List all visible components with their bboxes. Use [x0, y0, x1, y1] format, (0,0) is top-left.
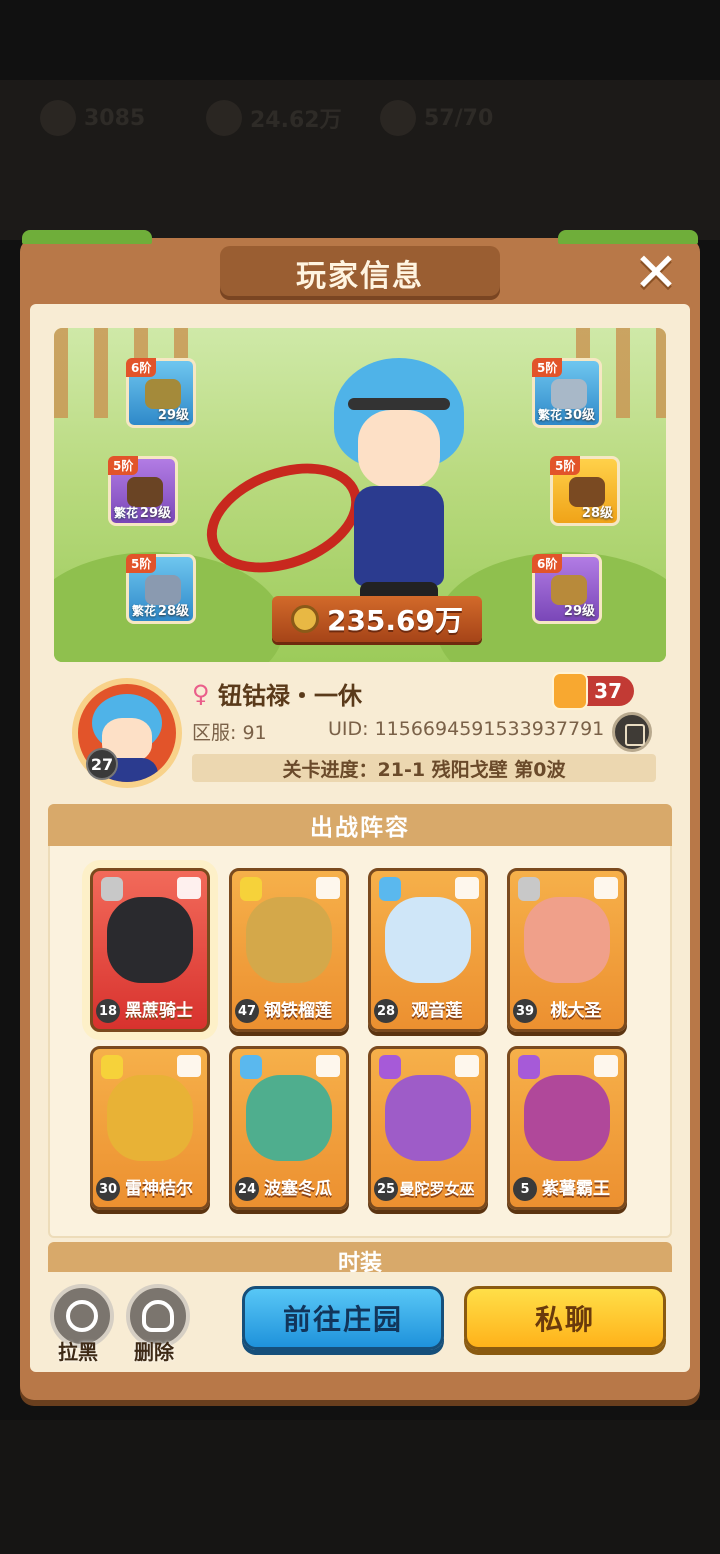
- close-button[interactable]: ✕: [626, 240, 686, 304]
- private-chat-button[interactable]: 私聊: [464, 1286, 666, 1350]
- coin-icon: [206, 100, 242, 136]
- hero-portrait: [246, 1075, 332, 1161]
- block-label: 拉黑: [58, 1340, 98, 1364]
- hero-card-2[interactable]: 47 钢铁榴莲: [229, 868, 349, 1032]
- hero-card-5[interactable]: 30 雷神桔尔: [90, 1046, 210, 1210]
- hero-card-1[interactable]: 18 黑蔗骑士: [90, 868, 210, 1032]
- bg-resource-gems: 3085: [40, 100, 145, 136]
- hero-card-4[interactable]: 39 桃大圣: [507, 868, 627, 1032]
- energy-icon: [380, 100, 416, 136]
- sword-icon: [518, 877, 540, 901]
- close-icon: ✕: [633, 240, 679, 304]
- equip-belt[interactable]: 5阶 28级: [550, 456, 620, 526]
- grid-icon: [177, 1055, 201, 1077]
- combat-power-banner: 235.69万: [272, 596, 482, 642]
- thumbs-up-icon[interactable]: [552, 672, 588, 710]
- hero-portrait: [524, 1075, 610, 1161]
- like-count: 37: [594, 679, 622, 703]
- hero-portrait: [385, 1075, 471, 1161]
- costume-section-header: 时装: [48, 1242, 672, 1272]
- remove-user-icon: [142, 1300, 174, 1332]
- hero-portrait: [107, 897, 193, 983]
- background-footer: [0, 1420, 720, 1554]
- hero-card-3[interactable]: 28 观音莲: [368, 868, 488, 1032]
- hero-portrait: [246, 897, 332, 983]
- equip-boots[interactable]: 6阶 29级: [532, 554, 602, 624]
- equip-gloves[interactable]: 5阶 繁花 29级: [108, 456, 178, 526]
- female-icon: ♀: [192, 680, 210, 708]
- avatar-level-badge: 27: [86, 748, 118, 780]
- hero-card-8[interactable]: 5 紫薯霸王: [507, 1046, 627, 1210]
- gem-icon: [40, 100, 76, 136]
- lineup-title: 出战阵容: [48, 804, 672, 846]
- bg-resource-coins: 24.62万: [206, 100, 342, 136]
- dialog-title-bar: 玩家信息: [220, 246, 500, 300]
- poison-flask-icon: [518, 1055, 540, 1079]
- block-icon: [66, 1300, 98, 1332]
- character-showcase: 6阶 29级 5阶 繁花 29级 5阶 繁花 28级 5阶 繁花 30级 5阶 …: [54, 328, 666, 662]
- equip-pants[interactable]: 5阶 繁花 28级: [126, 554, 196, 624]
- hero-card-6[interactable]: 24 波塞冬瓜: [229, 1046, 349, 1210]
- player-info-dialog: 玩家信息 ✕ 6阶 29级 5阶 繁花 29级 5阶 繁花 28级 5阶 繁花 …: [20, 230, 700, 1400]
- power-icon: [290, 605, 319, 633]
- hero-portrait: [524, 897, 610, 983]
- stage-progress: 关卡进度：21-1 残阳戈壁 第0波: [192, 754, 656, 782]
- player-name: 钮钴禄・一休: [218, 682, 362, 710]
- sword-icon: [101, 877, 123, 901]
- combat-power-value: 235.69万: [326, 604, 464, 637]
- equip-armor[interactable]: 5阶 繁花 30级: [532, 358, 602, 428]
- poison-flask-icon: [379, 1055, 401, 1079]
- delete-label: 删除: [134, 1340, 174, 1364]
- hero-portrait: [385, 897, 471, 983]
- lightning-icon: [101, 1055, 123, 1079]
- grid-icon: [177, 877, 201, 899]
- grid-icon: [455, 877, 479, 899]
- grid-icon: [316, 1055, 340, 1077]
- hero-portrait: [107, 1075, 193, 1161]
- copy-uid-icon[interactable]: [612, 712, 652, 752]
- water-drop-icon: [379, 877, 401, 901]
- player-uid: UID: 1156694591533937791: [328, 718, 605, 740]
- grid-icon: [316, 877, 340, 899]
- grass-decoration: [22, 230, 152, 244]
- equip-hat[interactable]: 6阶 29级: [126, 358, 196, 428]
- water-drop-icon: [240, 1055, 262, 1079]
- bg-resource-energy: 57/70: [380, 100, 493, 136]
- hero-card-7[interactable]: 25 曼陀罗女巫: [368, 1046, 488, 1210]
- grid-icon: [594, 877, 618, 899]
- grid-icon: [455, 1055, 479, 1077]
- server-info: 区服: 91: [192, 722, 267, 744]
- visit-manor-button[interactable]: 前往庄园: [242, 1286, 444, 1350]
- grid-icon: [594, 1055, 618, 1077]
- dialog-title: 玩家信息: [296, 259, 424, 294]
- lightning-icon: [240, 877, 262, 901]
